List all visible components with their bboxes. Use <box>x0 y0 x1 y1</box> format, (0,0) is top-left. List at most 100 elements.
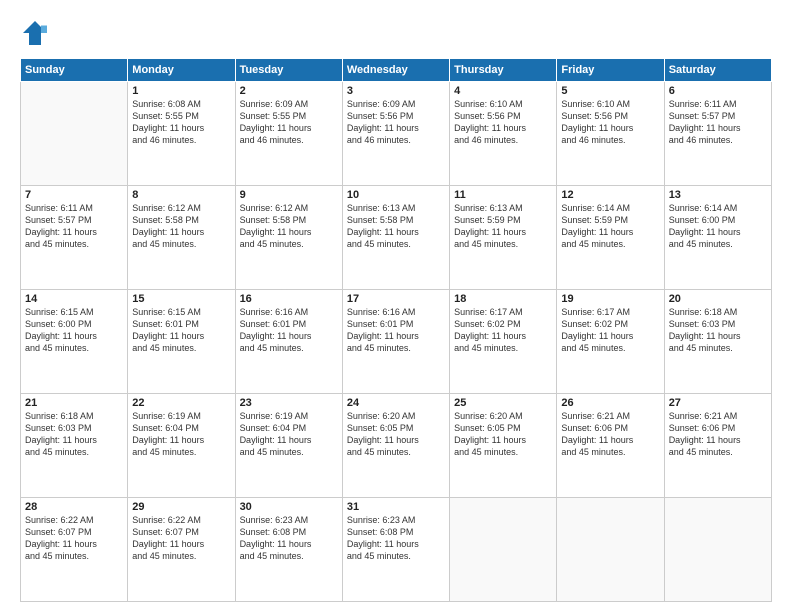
day-number: 3 <box>347 85 445 97</box>
calendar-cell: 1Sunrise: 6:08 AMSunset: 5:55 PMDaylight… <box>128 82 235 186</box>
day-number: 7 <box>25 189 123 201</box>
day-info: Sunrise: 6:19 AMSunset: 6:04 PMDaylight:… <box>240 410 338 459</box>
day-number: 31 <box>347 501 445 513</box>
day-info: Sunrise: 6:22 AMSunset: 6:07 PMDaylight:… <box>25 514 123 563</box>
calendar-cell: 18Sunrise: 6:17 AMSunset: 6:02 PMDayligh… <box>450 290 557 394</box>
calendar-cell <box>664 498 771 602</box>
calendar-cell: 23Sunrise: 6:19 AMSunset: 6:04 PMDayligh… <box>235 394 342 498</box>
day-number: 30 <box>240 501 338 513</box>
day-info: Sunrise: 6:10 AMSunset: 5:56 PMDaylight:… <box>561 98 659 147</box>
day-number: 14 <box>25 293 123 305</box>
day-number: 17 <box>347 293 445 305</box>
day-info: Sunrise: 6:15 AMSunset: 6:01 PMDaylight:… <box>132 306 230 355</box>
calendar-cell: 10Sunrise: 6:13 AMSunset: 5:58 PMDayligh… <box>342 186 449 290</box>
calendar-cell: 11Sunrise: 6:13 AMSunset: 5:59 PMDayligh… <box>450 186 557 290</box>
day-number: 24 <box>347 397 445 409</box>
day-number: 4 <box>454 85 552 97</box>
day-number: 10 <box>347 189 445 201</box>
calendar-cell: 5Sunrise: 6:10 AMSunset: 5:56 PMDaylight… <box>557 82 664 186</box>
week-row-5: 28Sunrise: 6:22 AMSunset: 6:07 PMDayligh… <box>21 498 772 602</box>
calendar-cell: 6Sunrise: 6:11 AMSunset: 5:57 PMDaylight… <box>664 82 771 186</box>
calendar-cell: 2Sunrise: 6:09 AMSunset: 5:55 PMDaylight… <box>235 82 342 186</box>
day-number: 23 <box>240 397 338 409</box>
calendar-cell: 28Sunrise: 6:22 AMSunset: 6:07 PMDayligh… <box>21 498 128 602</box>
day-number: 1 <box>132 85 230 97</box>
day-info: Sunrise: 6:13 AMSunset: 5:59 PMDaylight:… <box>454 202 552 251</box>
day-info: Sunrise: 6:14 AMSunset: 6:00 PMDaylight:… <box>669 202 767 251</box>
logo <box>20 18 54 48</box>
calendar-cell: 8Sunrise: 6:12 AMSunset: 5:58 PMDaylight… <box>128 186 235 290</box>
calendar-cell: 12Sunrise: 6:14 AMSunset: 5:59 PMDayligh… <box>557 186 664 290</box>
day-number: 25 <box>454 397 552 409</box>
calendar-cell: 22Sunrise: 6:19 AMSunset: 6:04 PMDayligh… <box>128 394 235 498</box>
day-info: Sunrise: 6:16 AMSunset: 6:01 PMDaylight:… <box>240 306 338 355</box>
day-number: 15 <box>132 293 230 305</box>
day-info: Sunrise: 6:23 AMSunset: 6:08 PMDaylight:… <box>347 514 445 563</box>
weekday-header-row: SundayMondayTuesdayWednesdayThursdayFrid… <box>21 59 772 82</box>
day-number: 11 <box>454 189 552 201</box>
week-row-4: 21Sunrise: 6:18 AMSunset: 6:03 PMDayligh… <box>21 394 772 498</box>
day-info: Sunrise: 6:23 AMSunset: 6:08 PMDaylight:… <box>240 514 338 563</box>
calendar-cell <box>557 498 664 602</box>
day-info: Sunrise: 6:21 AMSunset: 6:06 PMDaylight:… <box>561 410 659 459</box>
day-number: 6 <box>669 85 767 97</box>
day-info: Sunrise: 6:22 AMSunset: 6:07 PMDaylight:… <box>132 514 230 563</box>
calendar-cell: 15Sunrise: 6:15 AMSunset: 6:01 PMDayligh… <box>128 290 235 394</box>
day-number: 12 <box>561 189 659 201</box>
calendar-cell: 9Sunrise: 6:12 AMSunset: 5:58 PMDaylight… <box>235 186 342 290</box>
calendar-cell: 30Sunrise: 6:23 AMSunset: 6:08 PMDayligh… <box>235 498 342 602</box>
calendar-cell: 3Sunrise: 6:09 AMSunset: 5:56 PMDaylight… <box>342 82 449 186</box>
day-info: Sunrise: 6:18 AMSunset: 6:03 PMDaylight:… <box>669 306 767 355</box>
calendar-cell <box>21 82 128 186</box>
calendar-cell: 16Sunrise: 6:16 AMSunset: 6:01 PMDayligh… <box>235 290 342 394</box>
day-info: Sunrise: 6:11 AMSunset: 5:57 PMDaylight:… <box>669 98 767 147</box>
day-info: Sunrise: 6:21 AMSunset: 6:06 PMDaylight:… <box>669 410 767 459</box>
calendar-cell: 25Sunrise: 6:20 AMSunset: 6:05 PMDayligh… <box>450 394 557 498</box>
day-number: 18 <box>454 293 552 305</box>
calendar-cell: 13Sunrise: 6:14 AMSunset: 6:00 PMDayligh… <box>664 186 771 290</box>
calendar-cell: 17Sunrise: 6:16 AMSunset: 6:01 PMDayligh… <box>342 290 449 394</box>
weekday-header-wednesday: Wednesday <box>342 59 449 82</box>
day-number: 16 <box>240 293 338 305</box>
calendar-cell: 27Sunrise: 6:21 AMSunset: 6:06 PMDayligh… <box>664 394 771 498</box>
day-info: Sunrise: 6:19 AMSunset: 6:04 PMDaylight:… <box>132 410 230 459</box>
day-info: Sunrise: 6:09 AMSunset: 5:56 PMDaylight:… <box>347 98 445 147</box>
weekday-header-friday: Friday <box>557 59 664 82</box>
logo-icon <box>20 18 50 48</box>
day-number: 26 <box>561 397 659 409</box>
day-info: Sunrise: 6:14 AMSunset: 5:59 PMDaylight:… <box>561 202 659 251</box>
calendar-cell <box>450 498 557 602</box>
day-info: Sunrise: 6:09 AMSunset: 5:55 PMDaylight:… <box>240 98 338 147</box>
calendar-cell: 31Sunrise: 6:23 AMSunset: 6:08 PMDayligh… <box>342 498 449 602</box>
day-info: Sunrise: 6:08 AMSunset: 5:55 PMDaylight:… <box>132 98 230 147</box>
day-number: 19 <box>561 293 659 305</box>
week-row-2: 7Sunrise: 6:11 AMSunset: 5:57 PMDaylight… <box>21 186 772 290</box>
week-row-3: 14Sunrise: 6:15 AMSunset: 6:00 PMDayligh… <box>21 290 772 394</box>
day-number: 20 <box>669 293 767 305</box>
day-number: 8 <box>132 189 230 201</box>
day-number: 21 <box>25 397 123 409</box>
day-number: 28 <box>25 501 123 513</box>
day-info: Sunrise: 6:11 AMSunset: 5:57 PMDaylight:… <box>25 202 123 251</box>
day-info: Sunrise: 6:12 AMSunset: 5:58 PMDaylight:… <box>132 202 230 251</box>
day-number: 27 <box>669 397 767 409</box>
day-info: Sunrise: 6:17 AMSunset: 6:02 PMDaylight:… <box>561 306 659 355</box>
weekday-header-monday: Monday <box>128 59 235 82</box>
calendar-cell: 29Sunrise: 6:22 AMSunset: 6:07 PMDayligh… <box>128 498 235 602</box>
weekday-header-tuesday: Tuesday <box>235 59 342 82</box>
day-info: Sunrise: 6:18 AMSunset: 6:03 PMDaylight:… <box>25 410 123 459</box>
calendar-cell: 7Sunrise: 6:11 AMSunset: 5:57 PMDaylight… <box>21 186 128 290</box>
calendar-cell: 19Sunrise: 6:17 AMSunset: 6:02 PMDayligh… <box>557 290 664 394</box>
day-number: 5 <box>561 85 659 97</box>
weekday-header-thursday: Thursday <box>450 59 557 82</box>
day-number: 29 <box>132 501 230 513</box>
weekday-header-sunday: Sunday <box>21 59 128 82</box>
day-number: 22 <box>132 397 230 409</box>
day-info: Sunrise: 6:13 AMSunset: 5:58 PMDaylight:… <box>347 202 445 251</box>
day-info: Sunrise: 6:16 AMSunset: 6:01 PMDaylight:… <box>347 306 445 355</box>
day-info: Sunrise: 6:20 AMSunset: 6:05 PMDaylight:… <box>454 410 552 459</box>
day-info: Sunrise: 6:15 AMSunset: 6:00 PMDaylight:… <box>25 306 123 355</box>
day-info: Sunrise: 6:20 AMSunset: 6:05 PMDaylight:… <box>347 410 445 459</box>
day-number: 9 <box>240 189 338 201</box>
calendar-cell: 20Sunrise: 6:18 AMSunset: 6:03 PMDayligh… <box>664 290 771 394</box>
